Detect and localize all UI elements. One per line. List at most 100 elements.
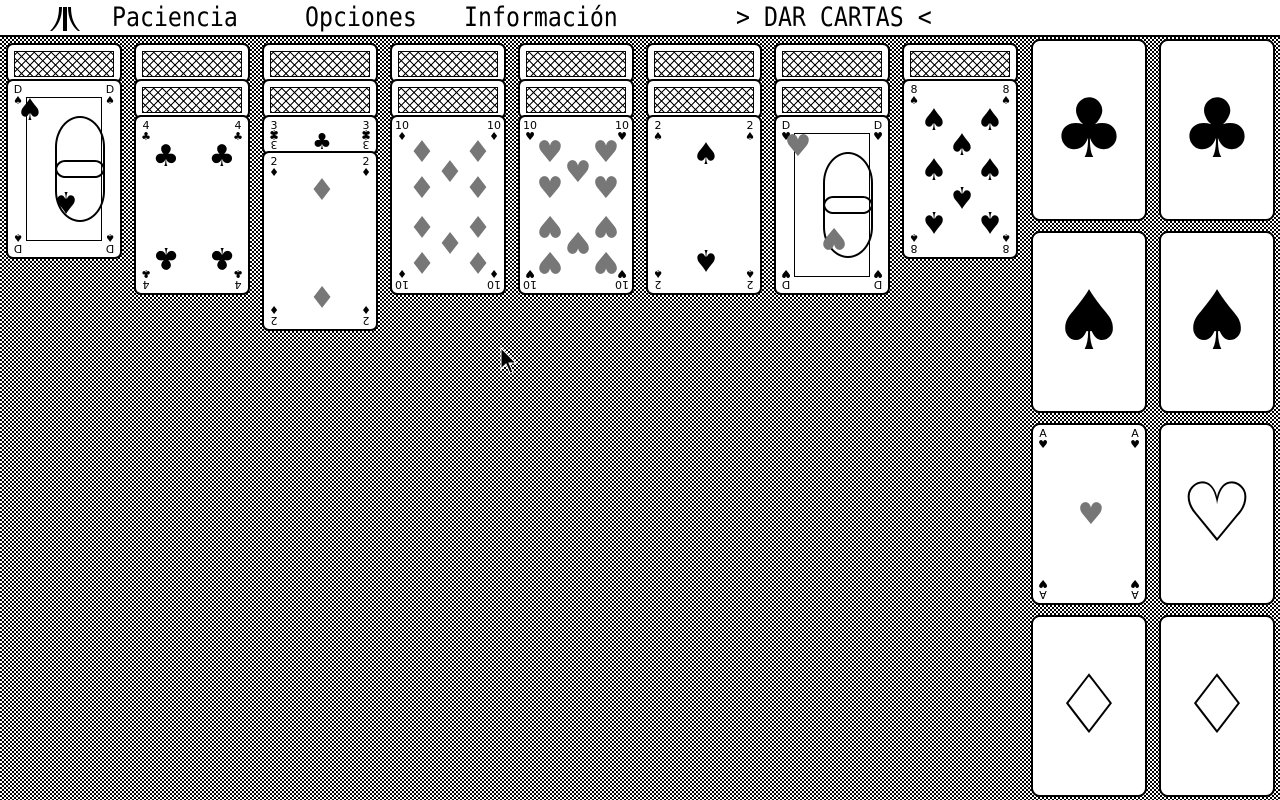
card-pip: ♥ — [536, 208, 564, 243]
card-rank-label: 2 — [362, 314, 370, 327]
card-rank-label: 3 — [362, 138, 370, 151]
card-pip: ♠ — [692, 137, 720, 172]
card-rank-label: 8 — [910, 242, 918, 255]
card-index: D ♥ — [870, 267, 886, 291]
playing-card[interactable]: 8 ♠ 8 ♠ 8 ♠ 8 ♠ ♠ ♠ ♠ ♠ ♠ ♠ ♠ ♠ — [902, 79, 1018, 259]
card-rank-label: 10 — [487, 278, 501, 291]
face-down-card[interactable] — [262, 43, 378, 83]
playing-card[interactable]: D ♥ D ♥ D ♥ D ♥ ♥ ♥ — [774, 115, 890, 295]
card-pip: ♦ — [464, 135, 492, 170]
playing-card[interactable]: D ♠ D ♠ D ♠ D ♠ ♠ ♠ — [6, 79, 122, 259]
foundation-slot[interactable]: ♣ — [1031, 39, 1147, 221]
card-back-pattern — [910, 51, 1010, 77]
card-suit-label: ♠ — [745, 267, 755, 280]
card-pip: ♥ — [592, 208, 620, 243]
card-rank-label: D — [105, 242, 115, 255]
face-down-card[interactable] — [646, 79, 762, 119]
card-pip: ♦ — [436, 224, 464, 259]
playing-card[interactable]: 2 ♦ 2 ♦ 2 ♦ 2 ♦ ♦ ♦ — [262, 151, 378, 331]
card-rank-label: 3 — [270, 138, 278, 151]
card-pip: ♥ — [592, 171, 620, 206]
deal-cards-button[interactable]: > DAR CARTAS < — [736, 2, 932, 34]
face-down-card[interactable] — [774, 43, 890, 83]
foundation-slot[interactable]: ♣ — [1159, 39, 1275, 221]
card-rank-label: A — [1039, 588, 1047, 601]
playing-card[interactable]: 10 ♥ 10 ♥ 10 ♥ 10 ♥ ♥ ♥ ♥ ♥ ♥ ♥ ♥ ♥ ♥ ♥ — [518, 115, 634, 295]
card-suit-label: ♥ — [1038, 577, 1048, 590]
card-rank-label: D — [873, 278, 883, 291]
menu-opciones[interactable]: Opciones — [305, 2, 417, 34]
foundation-slot[interactable]: ♡ — [1159, 423, 1275, 605]
card-index: 3 ♣ — [266, 127, 282, 151]
card-pip: ♣ — [152, 240, 180, 275]
card-pip: ♠ — [920, 153, 948, 188]
card-back-pattern — [398, 87, 498, 113]
card-pip: ♠ — [948, 179, 976, 214]
card-rank-label: 2 — [746, 278, 754, 291]
card-index: 2 ♦ — [266, 156, 282, 178]
card-index: D ♥ — [870, 120, 886, 142]
card-pip: ♦ — [436, 155, 464, 190]
card-index: A ♥ — [1035, 577, 1051, 601]
card-pip: ♠ — [976, 153, 1004, 188]
face-down-card[interactable] — [262, 79, 378, 119]
card-index: 3 ♣ — [358, 127, 374, 151]
foundation-slot[interactable]: ♢ — [1031, 615, 1147, 797]
card-back-pattern — [526, 51, 626, 77]
card-pip: ♦ — [308, 278, 336, 313]
face-down-card[interactable] — [774, 79, 890, 119]
card-suit-label: ♦ — [361, 303, 371, 316]
foundation-suit-icon: ♢ — [1180, 658, 1254, 753]
foundation-card[interactable]: A ♥ A ♥ A ♥ A ♥ ♥ — [1031, 423, 1147, 605]
partial-face-up-card[interactable]: 3 ♣ 3 ♣ 3 ♣ 3 ♣ ♣ — [262, 115, 378, 155]
menu-informacion[interactable]: Información — [464, 2, 618, 34]
card-back-pattern — [782, 51, 882, 77]
card-pip: ♦ — [408, 171, 436, 206]
card-pip: ♥ — [536, 244, 564, 279]
face-down-card[interactable] — [902, 43, 1018, 83]
card-suit-label: ♠ — [653, 267, 663, 280]
card-index: 8 ♠ — [906, 84, 922, 106]
atari-logo-icon[interactable] — [50, 6, 80, 32]
face-down-card[interactable] — [518, 43, 634, 83]
card-suit-label: ♥ — [1130, 577, 1140, 590]
face-down-card[interactable] — [134, 43, 250, 83]
foundation-suit-icon: ♡ — [1180, 466, 1254, 561]
face-down-card[interactable] — [518, 79, 634, 119]
playing-card[interactable]: 4 ♣ 4 ♣ 4 ♣ 4 ♣ ♣ ♣ ♣ ♣ — [134, 115, 250, 295]
face-down-card[interactable] — [390, 79, 506, 119]
card-rank-label: 10 — [523, 278, 537, 291]
card-index: 2 ♠ — [742, 120, 758, 142]
card-suit-label: ♠ — [13, 231, 23, 244]
card-suit-label: ♥ — [781, 267, 791, 280]
card-pip: ♠ — [52, 184, 80, 219]
playing-card[interactable]: 2 ♠ 2 ♠ 2 ♠ 2 ♠ ♠ ♠ — [646, 115, 762, 295]
card-back-pattern — [398, 51, 498, 77]
card-back-pattern — [14, 51, 114, 77]
card-rank-label: 2 — [654, 278, 662, 291]
card-rank-label: 2 — [270, 314, 278, 327]
card-suit-label: ♦ — [269, 303, 279, 316]
face-down-card[interactable] — [390, 43, 506, 83]
foundation-slot[interactable]: ♢ — [1159, 615, 1275, 797]
card-back-pattern — [142, 87, 242, 113]
card-index: 2 ♠ — [650, 267, 666, 291]
menu-paciencia[interactable]: Paciencia — [112, 2, 238, 34]
card-back-pattern — [654, 87, 754, 113]
face-down-card[interactable] — [134, 79, 250, 119]
face-down-card[interactable] — [646, 43, 762, 83]
foundation-slot[interactable]: ♠ — [1159, 231, 1275, 413]
card-index: 4 ♣ — [138, 120, 154, 142]
card-pip: ♣ — [208, 240, 236, 275]
card-index: A ♥ — [1035, 428, 1051, 450]
card-pip: ♥ — [536, 171, 564, 206]
card-pip: ♠ — [692, 242, 720, 277]
foundation-slot[interactable]: ♠ — [1031, 231, 1147, 413]
card-pip: ♠ — [920, 204, 948, 239]
card-index: 2 ♠ — [650, 120, 666, 142]
face-down-card[interactable] — [6, 43, 122, 83]
card-pip: ♣ — [152, 139, 180, 174]
card-pip: ♦ — [408, 135, 436, 170]
card-pip: ♦ — [408, 208, 436, 243]
playing-card[interactable]: 10 ♦ 10 ♦ 10 ♦ 10 ♦ ♦ ♦ ♦ ♦ ♦ ♦ ♦ ♦ ♦ ♦ — [390, 115, 506, 295]
